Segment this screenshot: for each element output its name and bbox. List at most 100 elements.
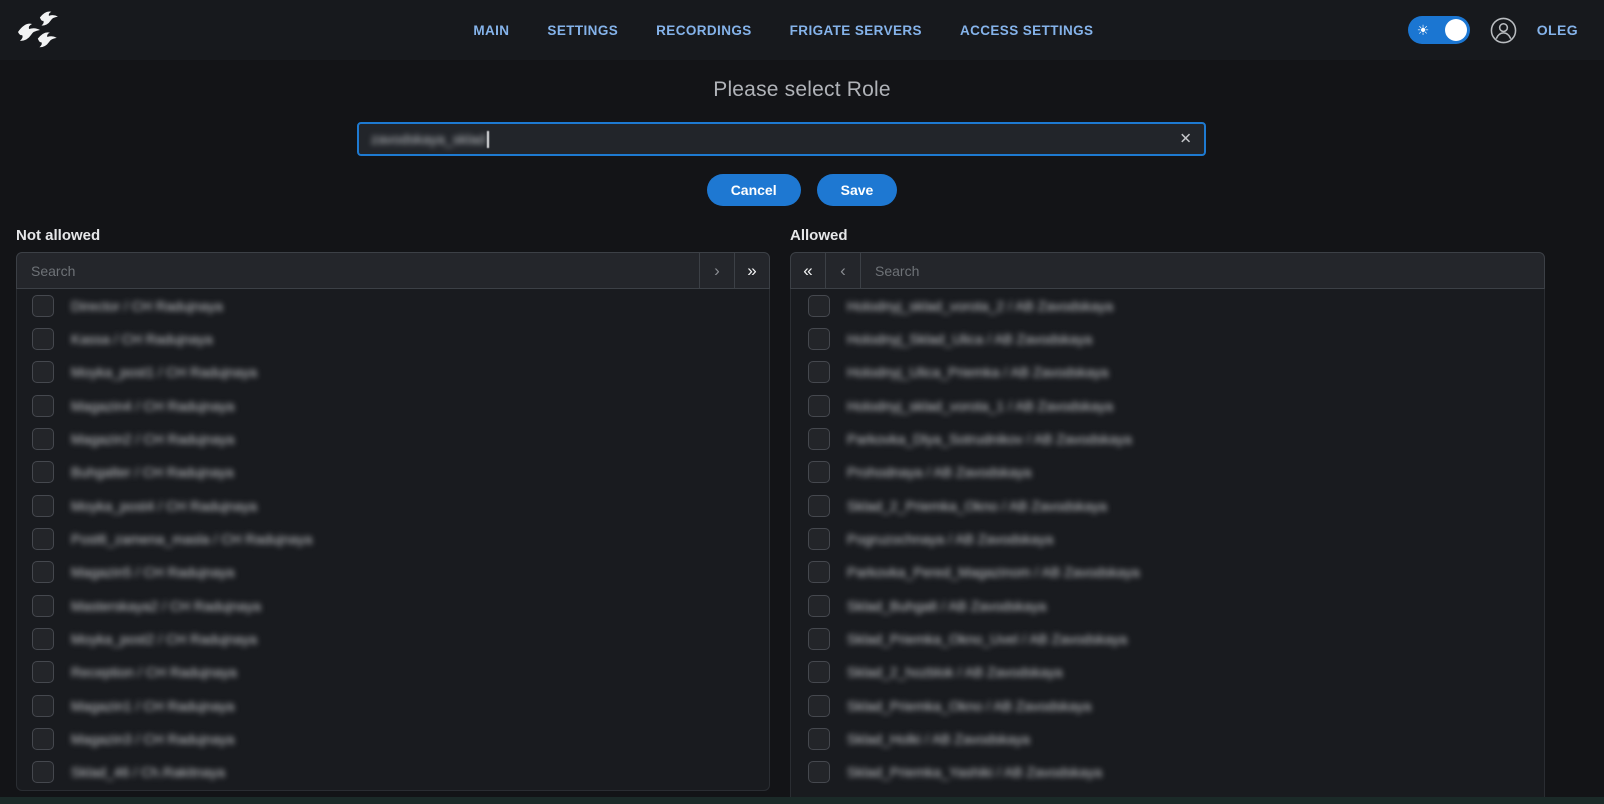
list-item[interactable]: Sklad_2_hozblok / AB Zavodskaya [791,656,1544,689]
list-item-label: Moyka_post4 / CH Radujnaya [71,498,257,514]
item-checkbox[interactable] [808,495,830,517]
item-checkbox[interactable] [32,528,54,550]
list-item[interactable]: Prohodnaya / AB Zavodskaya [791,456,1544,489]
list-item[interactable]: Director / CH Radujnaya [17,289,769,322]
list-item[interactable]: Holodnyj_Sklad_Ulica / AB Zavodskaya [791,322,1544,355]
not-allowed-title: Not allowed [16,227,100,244]
item-checkbox[interactable] [808,561,830,583]
list-item[interactable]: Magazin3 / CH Radujnaya [17,722,769,755]
not-allowed-list: Director / CH Radujnaya Kassa / CH Raduj… [16,289,770,791]
user-account-icon[interactable] [1490,17,1517,44]
move-all-right-button[interactable]: » [734,253,769,288]
toggle-knob[interactable] [1445,19,1467,41]
text-caret [487,131,489,148]
list-item-label: Magazin1 / CH Radujnaya [71,698,234,714]
nav-right-group: ☀ OLEG [1408,0,1578,60]
list-item[interactable]: Buhgalter / CH Radujnaya [17,456,769,489]
item-checkbox[interactable] [32,361,54,383]
item-checkbox[interactable] [808,428,830,450]
cancel-button[interactable]: Cancel [707,174,801,206]
list-item-label: Holodnyj_Sklad_Ulica / AB Zavodskaya [847,331,1092,347]
item-checkbox[interactable] [808,361,830,383]
allowed-search-input[interactable] [861,253,1544,288]
list-item[interactable]: Sklad_Priemka_Yashiki / AB Zavodskaya [791,756,1544,789]
move-selected-right-button[interactable]: › [699,253,734,288]
list-item[interactable]: Moyka_post2 / CH Radujnaya [17,622,769,655]
item-checkbox[interactable] [808,695,830,717]
list-item-label: Sklad_Priemka_Yashiki / AB Zavodskaya [847,764,1102,780]
list-item[interactable]: Sklad_2_Priemka_Okno / AB Zavodskaya [791,489,1544,522]
list-item-label: Prohodnaya / AB Zavodskaya [847,464,1031,480]
item-checkbox[interactable] [808,461,830,483]
item-checkbox[interactable] [32,295,54,317]
list-item[interactable]: Parkovka_Pered_Magazinom / AB Zavodskaya [791,556,1544,589]
horizontal-scrollbar[interactable] [0,797,1604,804]
list-item[interactable]: Holodnyj_sklad_vorota_2 / AB Zavodskaya [791,289,1544,322]
item-checkbox[interactable] [808,595,830,617]
move-all-left-button[interactable]: « [791,253,826,288]
nav-item-main[interactable]: MAIN [473,23,509,38]
nav-item-frigate-servers[interactable]: FRIGATE SERVERS [790,23,922,38]
list-item[interactable]: Sklad_Priemka_Okno / AB Zavodskaya [791,689,1544,722]
list-item[interactable]: Magazin1 / CH Radujnaya [17,689,769,722]
username-label[interactable]: OLEG [1537,22,1578,38]
item-checkbox[interactable] [32,761,54,783]
move-selected-left-button[interactable]: ‹ [826,253,861,288]
list-item-label: Sklad_Priemka_Okno / AB Zavodskaya [847,698,1091,714]
list-item[interactable]: Magazin5 / CH Radujnaya [17,556,769,589]
role-input[interactable]: zavodskaya_sklad ✕ [357,122,1206,156]
item-checkbox[interactable] [32,428,54,450]
list-item[interactable]: Moyka_post1 / CH Radujnaya [17,356,769,389]
list-item-label: Masterskaya2 / CH Radujnaya [71,598,261,614]
list-item[interactable]: Sklad_Buhgalt / AB Zavodskaya [791,589,1544,622]
nav-item-recordings[interactable]: RECORDINGS [656,23,752,38]
nav-menu: MAIN SETTINGS RECORDINGS FRIGATE SERVERS… [473,0,1093,60]
list-item[interactable]: Magazin4 / CH Radujnaya [17,389,769,422]
item-checkbox[interactable] [808,328,830,350]
item-checkbox[interactable] [808,395,830,417]
item-checkbox[interactable] [32,495,54,517]
item-checkbox[interactable] [32,695,54,717]
item-checkbox[interactable] [32,595,54,617]
frigate-logo-icon[interactable] [12,6,60,54]
list-item[interactable]: Sklad_Holki / AB Zavodskaya [791,722,1544,755]
not-allowed-search-row: › » [16,252,770,289]
list-item[interactable]: Kassa / CH Radujnaya [17,322,769,355]
list-item[interactable]: Magazin2 / CH Radujnaya [17,422,769,455]
action-buttons: Cancel Save [0,174,1604,206]
item-checkbox[interactable] [32,661,54,683]
theme-toggle[interactable]: ☀ [1408,16,1470,44]
item-checkbox[interactable] [32,328,54,350]
item-checkbox[interactable] [32,728,54,750]
list-item-label: Moyka_post1 / CH Radujnaya [71,364,257,380]
item-checkbox[interactable] [808,295,830,317]
list-item[interactable]: Pogruzochnaya / AB Zavodskaya [791,522,1544,555]
list-item[interactable]: Holodnyj_sklad_vorota_1 / AB Zavodskaya [791,389,1544,422]
item-checkbox[interactable] [808,528,830,550]
list-item[interactable]: Moyka_post4 / CH Radujnaya [17,489,769,522]
item-checkbox[interactable] [808,761,830,783]
nav-item-settings[interactable]: SETTINGS [547,23,618,38]
list-item-label: Holodnyj_sklad_vorota_1 / AB Zavodskaya [847,398,1113,414]
item-checkbox[interactable] [808,728,830,750]
item-checkbox[interactable] [32,628,54,650]
item-checkbox[interactable] [808,661,830,683]
item-checkbox[interactable] [32,561,54,583]
item-checkbox[interactable] [32,461,54,483]
item-checkbox[interactable] [808,628,830,650]
list-item[interactable]: Parkovka_Dlya_Sotrudnikov / AB Zavodskay… [791,422,1544,455]
not-allowed-panel: › » Director / CH Radujnaya Kassa / CH R… [16,252,770,791]
nav-item-access-settings[interactable]: ACCESS SETTINGS [960,23,1094,38]
not-allowed-search-input[interactable] [17,253,699,288]
save-button[interactable]: Save [817,174,898,206]
list-item[interactable]: Reception / CH Radujnaya [17,656,769,689]
list-item[interactable]: Holodnyj_Ulica_Priemka / AB Zavodskaya [791,356,1544,389]
item-checkbox[interactable] [32,395,54,417]
list-item-label: Magazin4 / CH Radujnaya [71,398,234,414]
list-item[interactable]: Sklad_46 / Ch.Rakitnaya [17,756,769,789]
list-item[interactable]: Masterskaya2 / CH Radujnaya [17,589,769,622]
list-item[interactable]: Sklad_Priemka_Okno_Uvel / AB Zavodskaya [791,622,1544,655]
list-item[interactable]: Post6_zamena_masla / CH Radujnaya [17,522,769,555]
clear-input-icon[interactable]: ✕ [1179,132,1192,147]
list-item-label: Pogruzochnaya / AB Zavodskaya [847,531,1053,547]
